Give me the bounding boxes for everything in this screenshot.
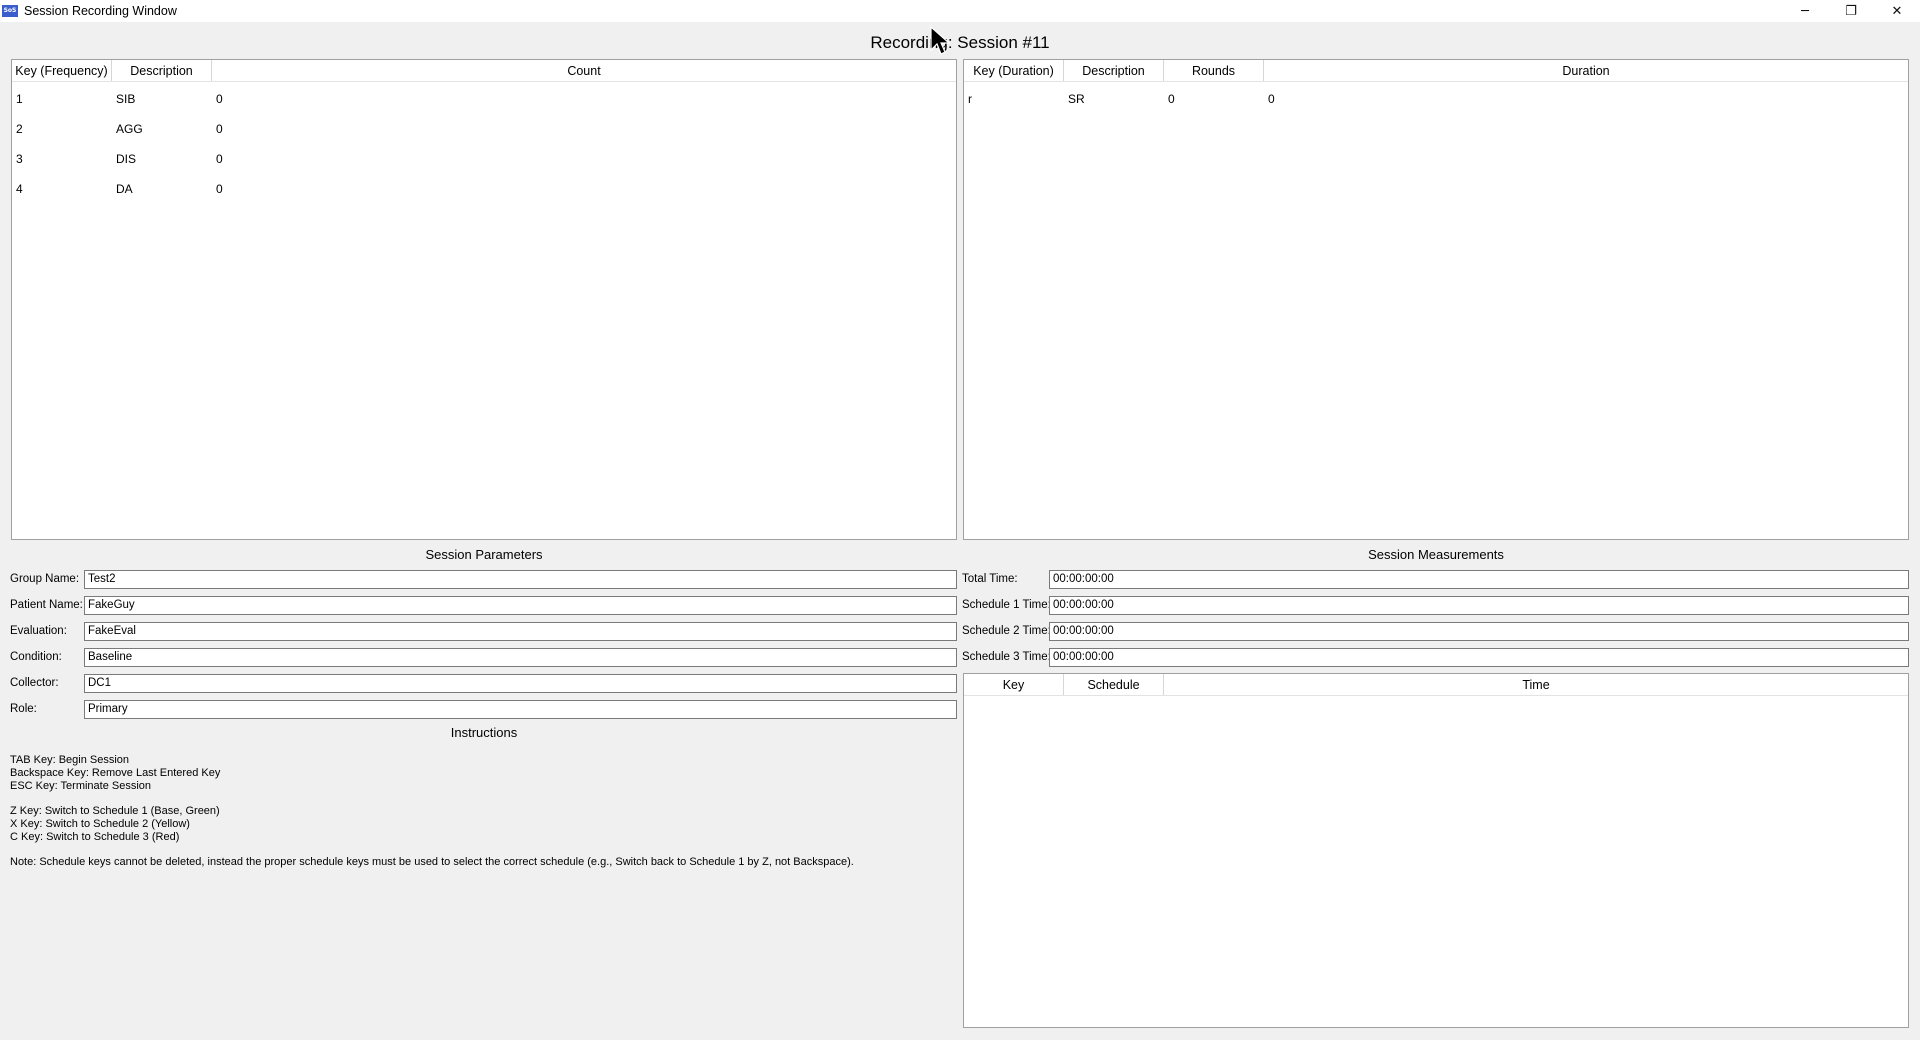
duration-table[interactable]: Key (Duration) Description Rounds Durati… bbox=[963, 59, 1909, 540]
cell-rounds: 0 bbox=[1168, 92, 1175, 106]
cell-key: r bbox=[968, 92, 972, 106]
schedule-table[interactable]: Key Schedule Time bbox=[963, 673, 1909, 1028]
condition-field[interactable]: Baseline bbox=[84, 648, 957, 667]
evaluation-label: Evaluation: bbox=[10, 625, 67, 637]
frequency-table-body: 1 SIB 0 2 AGG 0 3 DIS 0 4 DA 0 bbox=[12, 82, 956, 204]
condition-label: Condition: bbox=[10, 651, 62, 663]
table-row[interactable]: 4 DA 0 bbox=[12, 174, 956, 204]
page-title: Recording: Session #11 bbox=[870, 33, 1050, 52]
schedule-1-time-field[interactable]: 00:00:00:00 bbox=[1049, 596, 1909, 615]
table-row[interactable]: 3 DIS 0 bbox=[12, 144, 956, 174]
column-header-count[interactable]: Count bbox=[212, 60, 956, 81]
cell-key: 1 bbox=[16, 92, 23, 106]
schedule-3-time-field[interactable]: 00:00:00:00 bbox=[1049, 648, 1909, 667]
session-measurements-title: Session Measurements bbox=[1368, 547, 1504, 562]
schedule-2-time-field[interactable]: 00:00:00:00 bbox=[1049, 622, 1909, 641]
cell-description: DA bbox=[116, 182, 133, 196]
column-header-key[interactable]: Key (Frequency) bbox=[12, 60, 112, 81]
total-time-label: Total Time: bbox=[962, 573, 1018, 585]
table-row[interactable]: r SR 0 0 bbox=[964, 84, 1908, 114]
total-time-field[interactable]: 00:00:00:00 bbox=[1049, 570, 1909, 589]
schedule-3-time-label: Schedule 3 Time: bbox=[962, 651, 1051, 663]
instructions-title: Instructions bbox=[450, 725, 518, 740]
instruction-line: C Key: Switch to Schedule 3 (Red) bbox=[10, 831, 180, 843]
mouse-cursor-icon bbox=[930, 26, 950, 55]
frequency-table-header: Key (Frequency) Description Count bbox=[12, 60, 956, 82]
role-label: Role: bbox=[10, 703, 37, 715]
cell-key: 4 bbox=[16, 182, 23, 196]
maximize-button[interactable]: ❐ bbox=[1828, 0, 1874, 22]
instruction-line: Z Key: Switch to Schedule 1 (Base, Green… bbox=[10, 805, 220, 817]
patient-name-field[interactable]: FakeGuy bbox=[84, 596, 957, 615]
column-header-key[interactable]: Key (Duration) bbox=[964, 60, 1064, 81]
cell-description: SIB bbox=[116, 92, 136, 106]
column-header-description[interactable]: Description bbox=[112, 60, 212, 81]
cell-count: 0 bbox=[216, 92, 223, 106]
cell-description: SR bbox=[1068, 92, 1085, 106]
role-field[interactable]: Primary bbox=[84, 700, 957, 719]
cell-key: 2 bbox=[16, 122, 23, 136]
duration-table-body: r SR 0 0 bbox=[964, 82, 1908, 114]
instruction-line: X Key: Switch to Schedule 2 (Yellow) bbox=[10, 818, 190, 830]
minimize-button[interactable]: ─ bbox=[1782, 0, 1828, 22]
column-header-rounds[interactable]: Rounds bbox=[1164, 60, 1264, 81]
window-controls: ─ ❐ ✕ bbox=[1782, 0, 1920, 22]
cell-key: 3 bbox=[16, 152, 23, 166]
table-row[interactable]: 2 AGG 0 bbox=[12, 114, 956, 144]
collector-field[interactable]: DC1 bbox=[84, 674, 957, 693]
cell-duration: 0 bbox=[1268, 92, 1275, 106]
column-header-key[interactable]: Key bbox=[964, 674, 1064, 695]
group-name-field[interactable]: Test2 bbox=[84, 570, 957, 589]
group-name-label: Group Name: bbox=[10, 573, 80, 585]
column-header-duration[interactable]: Duration bbox=[1264, 60, 1908, 81]
cell-count: 0 bbox=[216, 122, 223, 136]
instruction-line: Backspace Key: Remove Last Entered Key bbox=[10, 767, 221, 779]
close-button[interactable]: ✕ bbox=[1874, 0, 1920, 22]
instructions-note: Note: Schedule keys cannot be deleted, i… bbox=[10, 856, 854, 868]
patient-name-label: Patient Name: bbox=[10, 599, 83, 611]
instructions-block-keys: TAB Key: Begin Session Backspace Key: Re… bbox=[10, 754, 220, 793]
cell-description: DIS bbox=[116, 152, 137, 166]
app-icon: SoS bbox=[2, 5, 18, 17]
schedule-table-header: Key Schedule Time bbox=[964, 674, 1908, 696]
column-header-schedule[interactable]: Schedule bbox=[1064, 674, 1164, 695]
session-parameters-title: Session Parameters bbox=[425, 547, 543, 562]
instruction-line: ESC Key: Terminate Session bbox=[10, 780, 152, 792]
title-bar: SoS Session Recording Window ─ ❐ ✕ bbox=[0, 0, 1920, 22]
instruction-line: TAB Key: Begin Session bbox=[10, 754, 130, 766]
window-title: Session Recording Window bbox=[24, 4, 177, 18]
frequency-table[interactable]: Key (Frequency) Description Count 1 SIB … bbox=[11, 59, 957, 540]
cell-count: 0 bbox=[216, 152, 223, 166]
evaluation-field[interactable]: FakeEval bbox=[84, 622, 957, 641]
instructions-block-schedules: Z Key: Switch to Schedule 1 (Base, Green… bbox=[10, 805, 220, 844]
schedule-2-time-label: Schedule 2 Time: bbox=[962, 625, 1051, 637]
schedule-1-time-label: Schedule 1 Time: bbox=[962, 599, 1051, 611]
column-header-time[interactable]: Time bbox=[1164, 674, 1908, 695]
collector-label: Collector: bbox=[10, 677, 59, 689]
table-row[interactable]: 1 SIB 0 bbox=[12, 84, 956, 114]
duration-table-header: Key (Duration) Description Rounds Durati… bbox=[964, 60, 1908, 82]
cell-description: AGG bbox=[116, 122, 143, 136]
cell-count: 0 bbox=[216, 182, 223, 196]
column-header-description[interactable]: Description bbox=[1064, 60, 1164, 81]
